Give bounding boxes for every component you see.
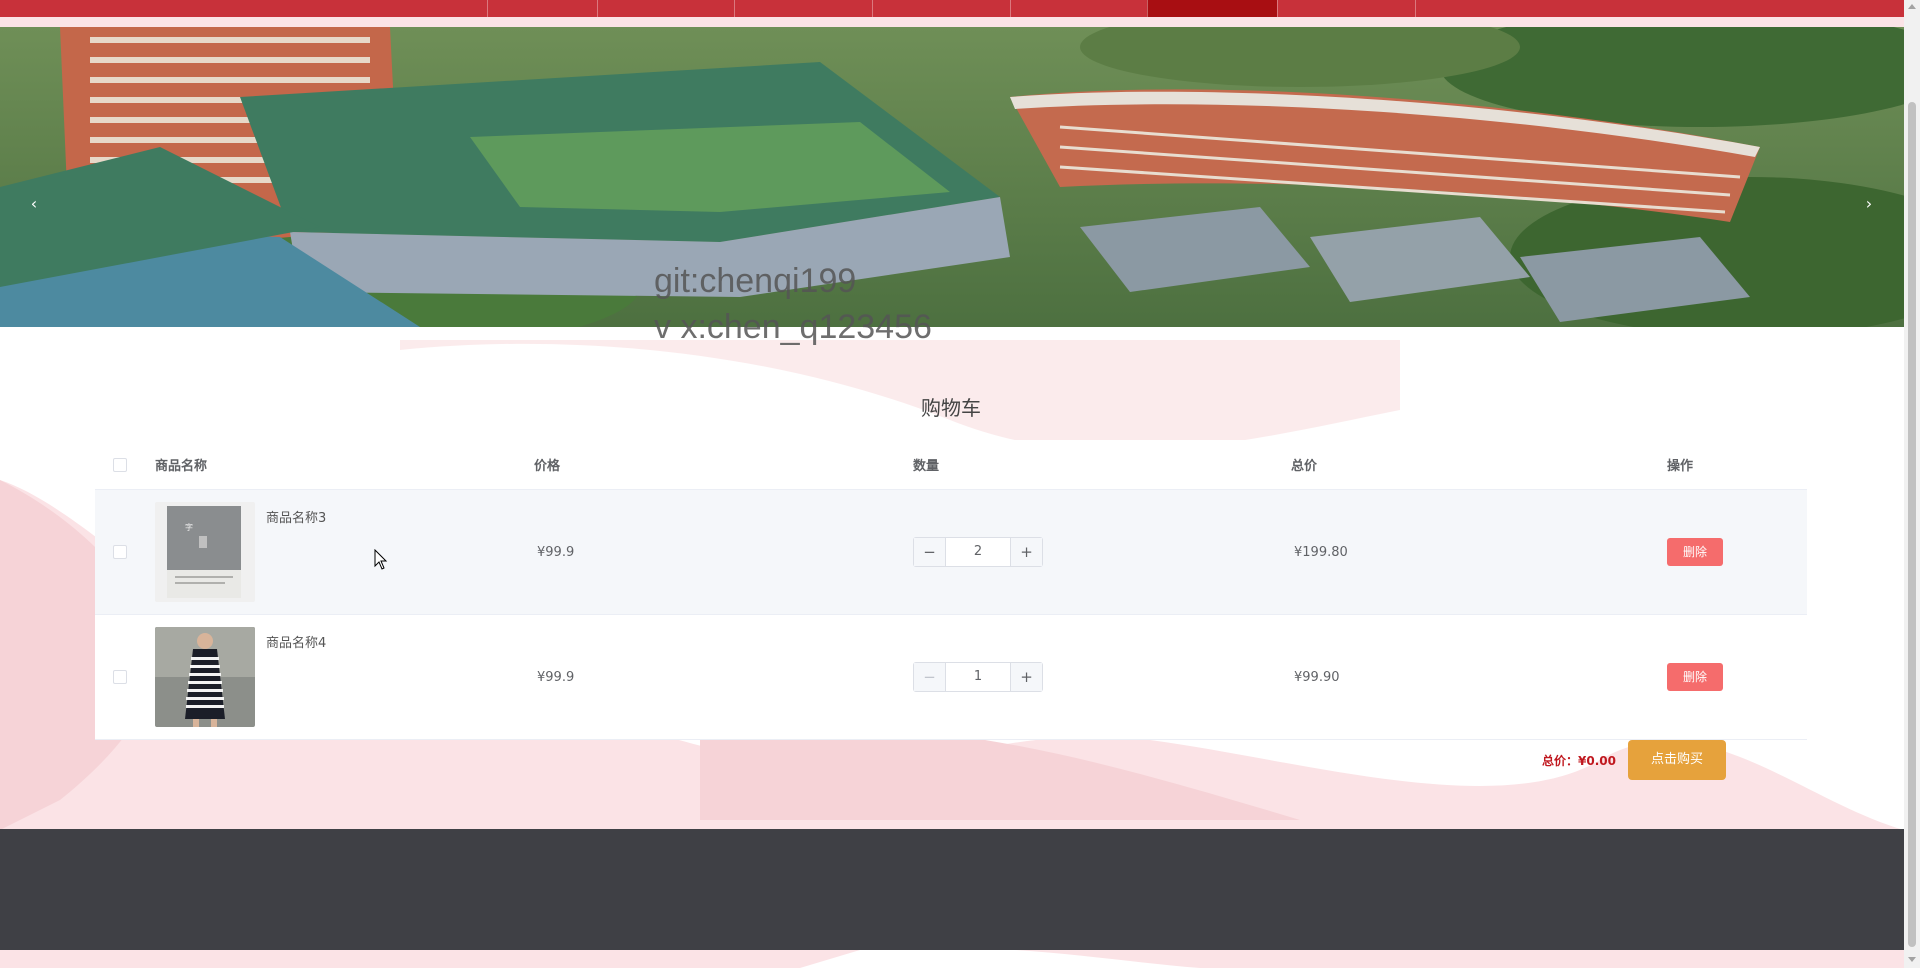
- top-nav: [0, 0, 1904, 17]
- product-price: ¥99.9: [537, 544, 575, 560]
- header-price: 价格: [534, 459, 561, 474]
- quantity-stepper: − 2 +: [913, 537, 1043, 567]
- cart-table-header: 商品名称 价格 数量 总价 操作: [95, 440, 1807, 490]
- cart-panel: 购物车 商品名称 价格 数量 总价 操作 字 商品名称3 ¥99.9 − 2 +…: [95, 337, 1807, 817]
- watermark: git:chenqi199 v x:chen_q123456: [654, 258, 932, 350]
- nav-item-9[interactable]: [1415, 0, 1904, 17]
- nav-item-4[interactable]: [734, 0, 872, 17]
- scroll-up-icon[interactable]: [1908, 4, 1916, 9]
- quantity-increase-button[interactable]: +: [1010, 663, 1042, 691]
- quantity-input[interactable]: 1: [946, 663, 1010, 691]
- row-checkbox[interactable]: [113, 670, 127, 684]
- quantity-decrease-button[interactable]: −: [914, 663, 946, 691]
- nav-item-2[interactable]: [487, 0, 597, 17]
- nav-item-8[interactable]: [1277, 0, 1415, 17]
- delete-button[interactable]: 删除: [1667, 538, 1723, 566]
- scroll-down-icon[interactable]: [1908, 957, 1916, 962]
- svg-text:字: 字: [185, 522, 193, 532]
- cart-summary: 总价：¥0.00 点击购买: [95, 740, 1807, 780]
- quantity-decrease-button[interactable]: −: [914, 538, 946, 566]
- watermark-line-2: v x:chen_q123456: [654, 308, 932, 346]
- nav-item-cart[interactable]: [1147, 0, 1277, 17]
- banner-carousel: ‹ ›: [0, 27, 1904, 327]
- nav-item-1[interactable]: [0, 0, 487, 17]
- cart-total-label: 总价：¥0.00: [1542, 754, 1616, 768]
- quantity-stepper: − 1 +: [913, 662, 1043, 692]
- campus-banner-image: [0, 27, 1904, 327]
- dress-model-image: [155, 627, 255, 727]
- header-total: 总价: [1291, 459, 1318, 474]
- book-cover-image: 字: [155, 502, 255, 602]
- nav-item-5[interactable]: [872, 0, 1010, 17]
- page-scrollbar[interactable]: [1904, 0, 1920, 968]
- table-row: 字 商品名称3 ¥99.9 − 2 + ¥199.80 删除: [95, 490, 1807, 615]
- mouse-cursor-icon: [374, 549, 388, 570]
- product-name: 商品名称3: [266, 511, 327, 526]
- scroll-thumb[interactable]: [1908, 102, 1916, 947]
- product-price: ¥99.9: [537, 669, 575, 685]
- watermark-line-1: git:chenqi199: [654, 262, 857, 300]
- row-checkbox[interactable]: [113, 545, 127, 559]
- nav-item-3[interactable]: [597, 0, 734, 17]
- quantity-input[interactable]: 2: [946, 538, 1010, 566]
- header-action: 操作: [1667, 459, 1694, 474]
- cart-table: 商品名称 价格 数量 总价 操作 字 商品名称3 ¥99.9 − 2 + ¥19…: [95, 440, 1807, 740]
- carousel-prev-arrow[interactable]: ‹: [27, 193, 41, 215]
- select-all-checkbox[interactable]: [113, 457, 127, 472]
- header-name: 商品名称: [155, 459, 208, 474]
- product-name: 商品名称4: [266, 636, 327, 651]
- page-footer: [0, 829, 1904, 950]
- row-total: ¥199.80: [1294, 544, 1348, 560]
- delete-button[interactable]: 删除: [1667, 663, 1723, 691]
- cart-title: 购物车: [921, 396, 981, 420]
- nav-item-6[interactable]: [1010, 0, 1147, 17]
- row-total: ¥99.90: [1294, 669, 1340, 685]
- quantity-increase-button[interactable]: +: [1010, 538, 1042, 566]
- carousel-next-arrow[interactable]: ›: [1862, 193, 1876, 215]
- header-quantity: 数量: [913, 459, 940, 474]
- buy-button[interactable]: 点击购买: [1628, 740, 1726, 780]
- table-row: 商品名称4 ¥99.9 − 1 + ¥99.90 删除: [95, 615, 1807, 740]
